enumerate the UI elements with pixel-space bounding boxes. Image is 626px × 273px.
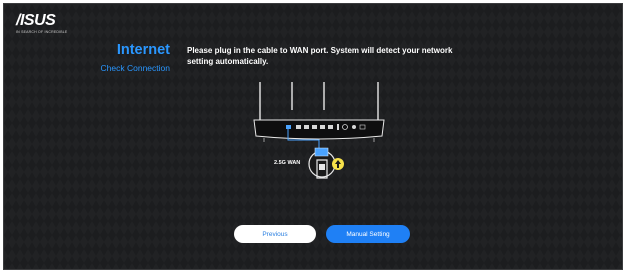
asus-logo: /ISUS IN SEARCH OF INCREDIBLE [16, 12, 68, 35]
check-connection-link[interactable]: Check Connection [101, 63, 170, 73]
manual-setting-button[interactable]: Manual Setting [326, 225, 410, 243]
logo-wordmark: /ISUS [16, 12, 56, 29]
instruction-text: Please plug in the cable to WAN port. Sy… [187, 46, 453, 66]
previous-button[interactable]: Previous [234, 225, 316, 243]
router-illustration: 2.5G WAN [244, 82, 394, 192]
antenna-icon [259, 82, 379, 120]
setup-wizard-panel: /ISUS IN SEARCH OF INCREDIBLE Internet C… [3, 3, 623, 270]
logo-tagline: IN SEARCH OF INCREDIBLE [16, 30, 68, 34]
wan-port-label: 2.5G WAN [274, 160, 301, 166]
router-wan-diagram [253, 82, 385, 179]
page-title: Internet [116, 42, 170, 58]
